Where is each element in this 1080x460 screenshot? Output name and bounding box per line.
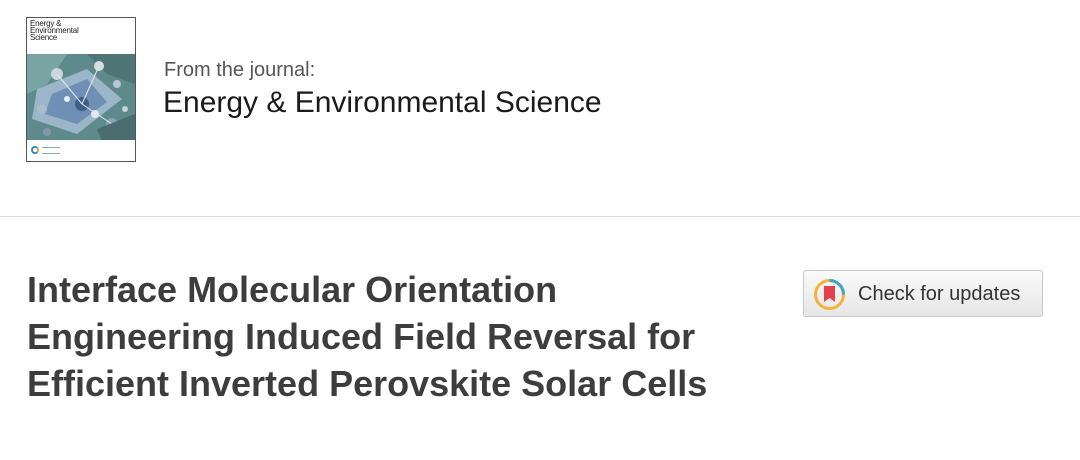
journal-name-link[interactable]: Energy & Environmental Science [163, 86, 602, 120]
header-divider [0, 216, 1080, 217]
journal-header: Energy & Environmental Science From the … [0, 0, 1080, 216]
check-for-updates-button[interactable]: Check for updates [803, 270, 1043, 317]
cover-footer-text-lines [42, 147, 60, 154]
cover-artwork [27, 54, 135, 142]
cover-arc-graphic [103, 18, 135, 48]
article-page: Energy & Environmental Science From the … [0, 0, 1080, 460]
check-for-updates-label: Check for updates [858, 283, 1021, 305]
publisher-logo-icon [31, 146, 39, 154]
article-title: Interface Molecular Orientation Engineer… [27, 269, 708, 404]
journal-cover-image[interactable]: Energy & Environmental Science [26, 17, 136, 162]
cover-footer [27, 140, 135, 161]
cover-title: Energy & Environmental Science [30, 19, 79, 42]
from-journal-label: From the journal: [164, 59, 316, 81]
crossmark-bookmark-icon [814, 279, 845, 310]
